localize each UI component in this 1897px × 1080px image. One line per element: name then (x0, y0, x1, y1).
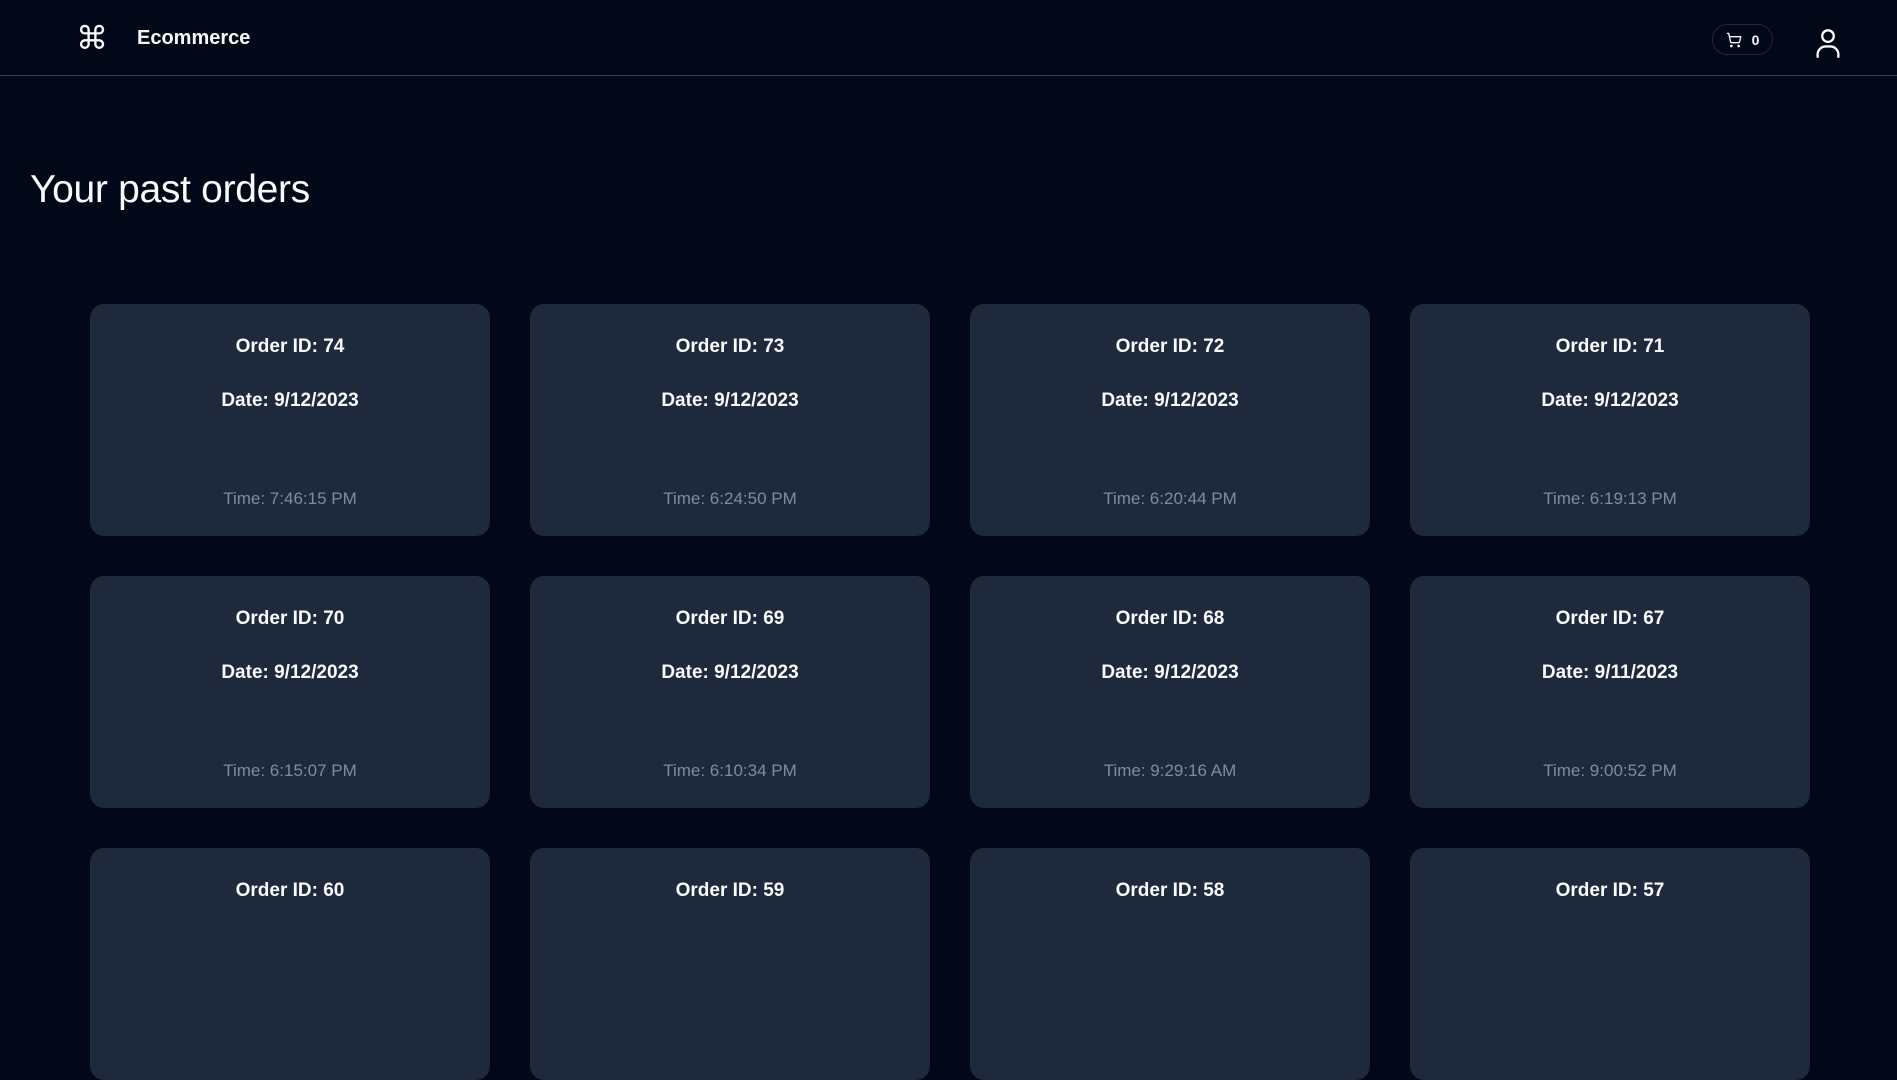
brand-name[interactable]: Ecommerce (137, 27, 250, 50)
order-id: Order ID: 68 (1115, 608, 1225, 629)
order-id: Order ID: 67 (1555, 608, 1665, 629)
order-time: Time: 9:29:16 AM (1103, 761, 1237, 780)
order-card[interactable]: Order ID: 57 (1410, 848, 1810, 1080)
shopping-cart-icon (1726, 32, 1741, 47)
order-card[interactable]: Order ID: 70 Date: 9/12/2023 Time: 6:15:… (90, 576, 490, 808)
order-card[interactable]: Order ID: 58 (970, 848, 1370, 1080)
order-date: Date: 9/12/2023 (1101, 662, 1239, 683)
order-date: Date: 9/12/2023 (661, 662, 799, 683)
order-card[interactable]: Order ID: 71 Date: 9/12/2023 Time: 6:19:… (1410, 304, 1810, 536)
order-time: Time: 6:20:44 PM (1103, 489, 1237, 508)
order-time: Time: 6:10:34 PM (663, 761, 797, 780)
order-date: Date: 9/11/2023 (1541, 662, 1679, 683)
cart-count: 0 (1751, 31, 1760, 48)
command-icon[interactable]: ⌘ (76, 22, 108, 54)
order-id: Order ID: 74 (235, 336, 345, 357)
cart-button[interactable]: 0 (1712, 24, 1773, 55)
page-title: Your past orders (30, 168, 310, 211)
order-id: Order ID: 69 (675, 608, 785, 629)
order-card[interactable]: Order ID: 68 Date: 9/12/2023 Time: 9:29:… (970, 576, 1370, 808)
order-id: Order ID: 73 (675, 336, 785, 357)
order-date: Date: 9/12/2023 (661, 390, 799, 411)
order-date: Date: 9/12/2023 (221, 662, 359, 683)
order-date: Date: 9/12/2023 (1541, 390, 1679, 411)
order-id: Order ID: 70 (235, 608, 345, 629)
order-date: Date: 9/12/2023 (1101, 390, 1239, 411)
order-id: Order ID: 58 (1115, 880, 1225, 901)
order-card[interactable]: Order ID: 59 (530, 848, 930, 1080)
order-time: Time: 6:19:13 PM (1543, 489, 1677, 508)
order-card[interactable]: Order ID: 60 (90, 848, 490, 1080)
orders-grid: Order ID: 74 Date: 9/12/2023 Time: 7:46:… (90, 304, 1810, 1080)
order-time: Time: 7:46:15 PM (223, 489, 357, 508)
order-id: Order ID: 59 (675, 880, 785, 901)
order-time: Time: 9:00:52 PM (1543, 761, 1677, 780)
order-card[interactable]: Order ID: 74 Date: 9/12/2023 Time: 7:46:… (90, 304, 490, 536)
top-navbar: ⌘ Ecommerce 0 (0, 0, 1897, 76)
order-time: Time: 6:15:07 PM (223, 761, 357, 780)
order-id: Order ID: 60 (235, 880, 345, 901)
order-card[interactable]: Order ID: 73 Date: 9/12/2023 Time: 6:24:… (530, 304, 930, 536)
order-id: Order ID: 72 (1115, 336, 1225, 357)
user-menu-button[interactable] (1814, 28, 1842, 60)
order-id: Order ID: 57 (1555, 880, 1665, 901)
order-card[interactable]: Order ID: 67 Date: 9/11/2023 Time: 9:00:… (1410, 576, 1810, 808)
order-time: Time: 6:24:50 PM (663, 489, 797, 508)
order-card[interactable]: Order ID: 69 Date: 9/12/2023 Time: 6:10:… (530, 576, 930, 808)
order-card[interactable]: Order ID: 72 Date: 9/12/2023 Time: 6:20:… (970, 304, 1370, 536)
user-icon (1816, 29, 1840, 58)
order-id: Order ID: 71 (1555, 336, 1665, 357)
order-date: Date: 9/12/2023 (221, 390, 359, 411)
